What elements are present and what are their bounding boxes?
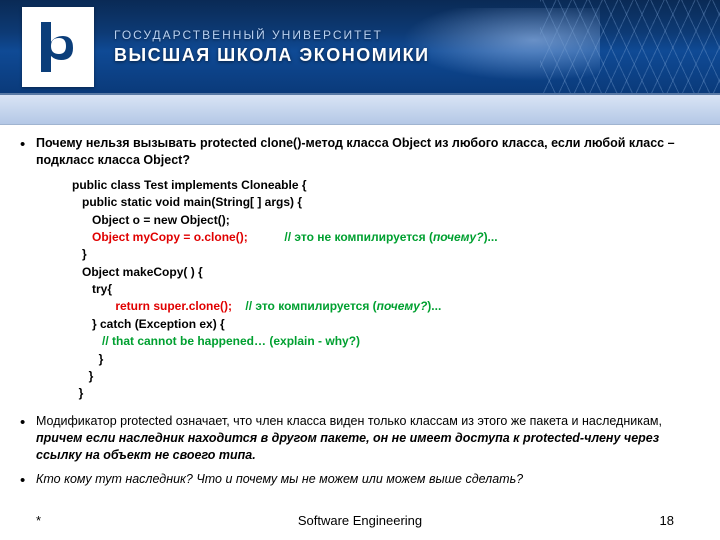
header-subtitle: ГОСУДАРСТВЕННЫЙ УНИВЕРСИТЕТ bbox=[114, 28, 430, 42]
page-number: 18 bbox=[660, 513, 674, 528]
sub-header-bar bbox=[0, 95, 720, 125]
header-grid-pattern bbox=[540, 0, 720, 95]
header-text: ГОСУДАРСТВЕННЫЙ УНИВЕРСИТЕТ ВЫСШАЯ ШКОЛА… bbox=[114, 28, 430, 66]
logo-glyph bbox=[35, 18, 81, 76]
bullet-question-inheritor: Кто кому тут наследник? Что и почему мы … bbox=[18, 471, 702, 488]
bullet-explanation-protected: Модификатор protected означает, что член… bbox=[18, 413, 702, 464]
footer-center: Software Engineering bbox=[0, 513, 720, 528]
header-banner: ГОСУДАРСТВЕННЫЙ УНИВЕРСИТЕТ ВЫСШАЯ ШКОЛА… bbox=[0, 0, 720, 95]
slide-content: Почему нельзя вызывать protected clone()… bbox=[0, 125, 720, 488]
header-title: ВЫСШАЯ ШКОЛА ЭКОНОМИКИ bbox=[114, 45, 430, 66]
slide-footer: * Software Engineering 18 bbox=[0, 513, 720, 528]
bullet-question-1: Почему нельзя вызывать protected clone()… bbox=[18, 135, 702, 169]
hse-logo bbox=[22, 7, 94, 87]
footer-left: * bbox=[36, 513, 41, 528]
code-block: public class Test implements Cloneable {… bbox=[72, 177, 702, 403]
